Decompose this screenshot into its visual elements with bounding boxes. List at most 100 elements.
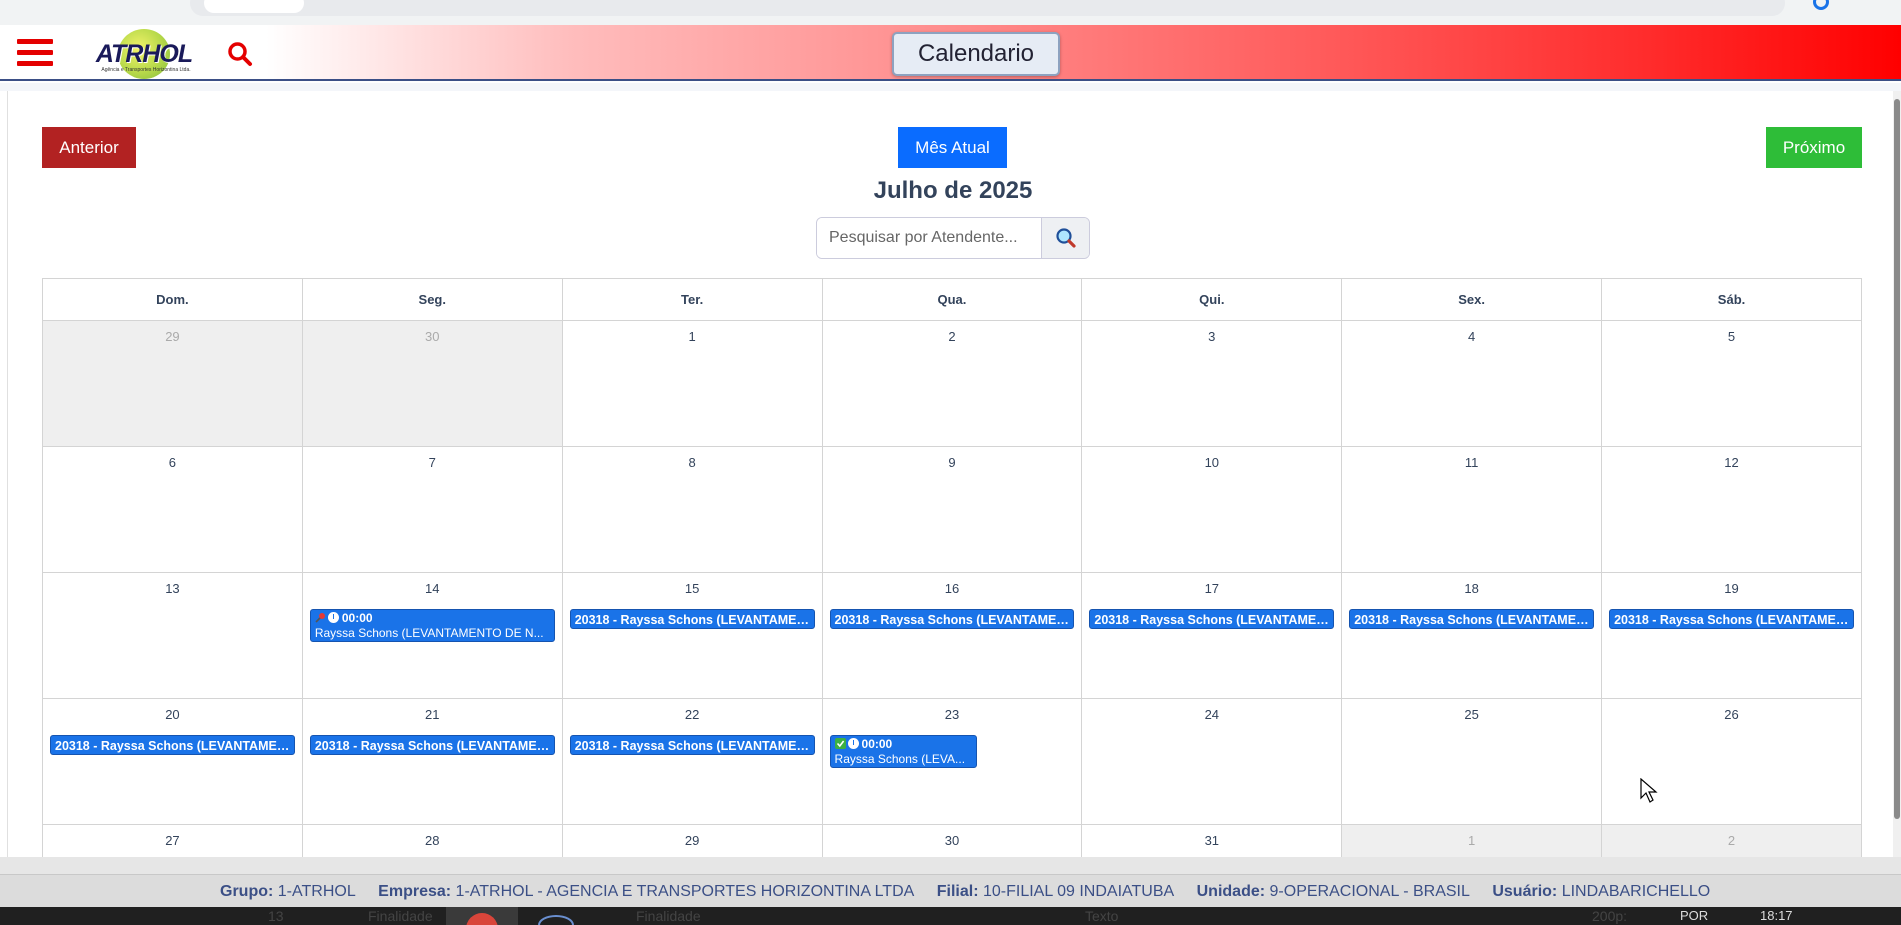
day-cell[interactable]: 2 xyxy=(1601,824,1862,857)
keyboard-language[interactable]: POR xyxy=(1680,907,1708,925)
week-row: 29 30 1 2 3 4 5 xyxy=(42,320,1862,447)
day-cell[interactable]: 21 20318 - Rayssa Schons (LEVANTAMENT... xyxy=(301,698,563,825)
day-cell[interactable]: 9 xyxy=(821,446,1083,573)
calendar-event[interactable]: 20318 - Rayssa Schons (LEVANTAMENT... xyxy=(309,735,555,755)
day-number: 15 xyxy=(684,581,700,596)
day-cell[interactable]: 17 20318 - Rayssa Schons (LEVANTAMENT... xyxy=(1081,572,1343,699)
previous-month-button[interactable]: Anterior xyxy=(42,127,136,168)
day-cell[interactable]: 1 xyxy=(1341,824,1603,857)
taskbar-ghost-text: Texto xyxy=(1085,908,1119,924)
calendar-event[interactable]: 00:00 Rayssa Schons (LEVA... xyxy=(829,735,977,768)
weekday-wed: Qua. xyxy=(821,278,1083,321)
status-footer: Grupo: 1-ATRHOL Empresa: 1-ATRHOL - AGEN… xyxy=(0,874,1901,907)
scrollbar-thumb[interactable] xyxy=(1894,99,1900,819)
page-title: Calendario xyxy=(892,32,1060,76)
day-cell[interactable]: 14 00:00 Rayssa Schons (LEVANTAMENTO DE … xyxy=(301,572,563,699)
day-number: 6 xyxy=(168,455,177,470)
address-bar-chip[interactable] xyxy=(204,0,304,13)
day-cell[interactable]: 10 xyxy=(1081,446,1343,573)
pin-icon xyxy=(315,613,325,623)
day-cell[interactable]: 25 xyxy=(1341,698,1603,825)
day-cell[interactable]: 6 xyxy=(42,446,303,573)
day-cell[interactable]: 4 xyxy=(1341,320,1603,447)
day-cell[interactable]: 28 xyxy=(301,824,563,857)
page-scrollbar[interactable] xyxy=(1893,91,1901,857)
attendant-search-input[interactable] xyxy=(817,218,1041,258)
day-number: 14 xyxy=(425,581,440,596)
day-cell[interactable]: 5 xyxy=(1601,320,1862,447)
company-logo[interactable]: ATRHOL Agência e Transportes Horizontina… xyxy=(90,29,198,79)
day-cell[interactable]: 16 20318 - Rayssa Schons (LEVANTAMENT... xyxy=(821,572,1083,699)
day-cell[interactable]: 29 xyxy=(42,320,303,447)
weekday-fri: Sex. xyxy=(1341,278,1603,321)
weekday-tue: Ter. xyxy=(561,278,823,321)
clock-icon xyxy=(847,738,859,749)
profile-icon[interactable] xyxy=(1813,0,1829,10)
footer-empresa: Empresa: 1-ATRHOL - AGENCIA E TRANSPORTE… xyxy=(378,883,915,900)
day-cell[interactable]: 8 xyxy=(561,446,823,573)
search-icon[interactable] xyxy=(227,41,253,67)
calendar-event[interactable]: 20318 - Rayssa Schons (LEVANTAMENT... xyxy=(569,735,815,755)
day-number: 1 xyxy=(688,329,696,344)
day-cell[interactable]: 12 xyxy=(1601,446,1862,573)
attendant-search xyxy=(816,217,1090,259)
calendar-event[interactable]: 20318 - Rayssa Schons (LEVANTAMENT... xyxy=(1089,609,1335,629)
day-cell[interactable]: 20 20318 - Rayssa Schons (LEVANTAMENT... xyxy=(42,698,303,825)
event-title: Rayssa Schons (LEVANTAMENTO DE N... xyxy=(314,626,544,640)
day-cell[interactable]: 30 xyxy=(301,320,563,447)
next-month-button[interactable]: Próximo xyxy=(1766,127,1862,168)
day-cell[interactable]: 3 xyxy=(1081,320,1343,447)
day-number: 27 xyxy=(165,833,180,848)
day-cell[interactable]: 18 20318 - Rayssa Schons (LEVANTAMENT... xyxy=(1341,572,1603,699)
taskbar-clock[interactable]: 18:17 xyxy=(1760,907,1793,925)
calendar-panel: Anterior Mês Atual Próximo Julho de 2025… xyxy=(7,91,1897,857)
week-row: 27 28 29 30 31 1 2 xyxy=(42,824,1862,857)
day-cell[interactable]: 31 xyxy=(1081,824,1343,857)
calendar-event[interactable]: 20318 - Rayssa Schons (LEVANTAMENT... xyxy=(829,609,1075,629)
current-month-button[interactable]: Mês Atual xyxy=(898,127,1007,168)
os-taskbar: 13 Finalidade Finalidade Texto 200p: POR… xyxy=(0,907,1901,925)
week-row: 13 14 00:00 Rayssa Schons (LEVANTAMENTO … xyxy=(42,572,1862,699)
taskbar-ghost-text: 13 xyxy=(268,908,284,924)
day-cell[interactable]: 2 xyxy=(821,320,1083,447)
day-number: 2 xyxy=(1727,833,1736,848)
day-cell[interactable]: 30 xyxy=(821,824,1083,857)
day-cell[interactable]: 11 xyxy=(1341,446,1603,573)
day-cell[interactable]: 15 20318 - Rayssa Schons (LEVANTAMENT... xyxy=(561,572,823,699)
calendar-event[interactable]: 00:00 Rayssa Schons (LEVANTAMENTO DE N..… xyxy=(309,609,555,642)
check-icon xyxy=(834,738,846,749)
mouse-cursor-icon xyxy=(1640,778,1658,803)
day-number: 19 xyxy=(1724,581,1739,596)
menu-icon[interactable] xyxy=(17,39,53,71)
day-cell[interactable]: 1 xyxy=(561,320,823,447)
day-cell[interactable]: 13 xyxy=(42,572,303,699)
day-number: 12 xyxy=(1724,455,1739,470)
footer-grupo: Grupo: 1-ATRHOL xyxy=(220,883,356,900)
day-cell[interactable]: 19 20318 - Rayssa Schons (LEVANTAMENT... xyxy=(1601,572,1862,699)
calendar-event[interactable]: 20318 - Rayssa Schons (LEVANTAMENT... xyxy=(1349,609,1595,629)
day-number: 21 xyxy=(425,707,440,722)
day-cell[interactable]: 7 xyxy=(301,446,563,573)
day-cell[interactable]: 27 xyxy=(42,824,303,857)
calendar-event[interactable]: 20318 - Rayssa Schons (LEVANTAMENT... xyxy=(569,609,815,629)
address-bar[interactable] xyxy=(190,0,1785,16)
event-title: Rayssa Schons (LEVA... xyxy=(834,752,966,766)
day-cell[interactable]: 26 xyxy=(1601,698,1862,825)
day-number: 17 xyxy=(1204,581,1220,596)
day-number: 8 xyxy=(688,455,696,470)
app-header: ATRHOL Agência e Transportes Horizontina… xyxy=(0,25,1901,81)
day-number: 9 xyxy=(948,455,956,470)
day-number: 1 xyxy=(1468,833,1476,848)
day-number: 20 xyxy=(165,707,180,722)
taskbar-app-icon[interactable] xyxy=(538,915,574,925)
attendant-search-button[interactable] xyxy=(1041,218,1089,258)
day-number: 4 xyxy=(1468,329,1476,344)
logo-wordmark: ATRHOL xyxy=(95,40,193,68)
day-cell[interactable]: 29 xyxy=(561,824,823,857)
weekday-header-row: Dom. Seg. Ter. Qua. Qui. Sex. Sáb. xyxy=(42,278,1862,321)
calendar-event[interactable]: 20318 - Rayssa Schons (LEVANTAMENT... xyxy=(1609,609,1854,629)
day-cell[interactable]: 24 xyxy=(1081,698,1343,825)
calendar-event[interactable]: 20318 - Rayssa Schons (LEVANTAMENT... xyxy=(50,735,295,755)
day-cell[interactable]: 22 20318 - Rayssa Schons (LEVANTAMENT... xyxy=(561,698,823,825)
day-cell[interactable]: 23 00:00 Rayssa Schons (LEVA... xyxy=(821,698,1083,825)
